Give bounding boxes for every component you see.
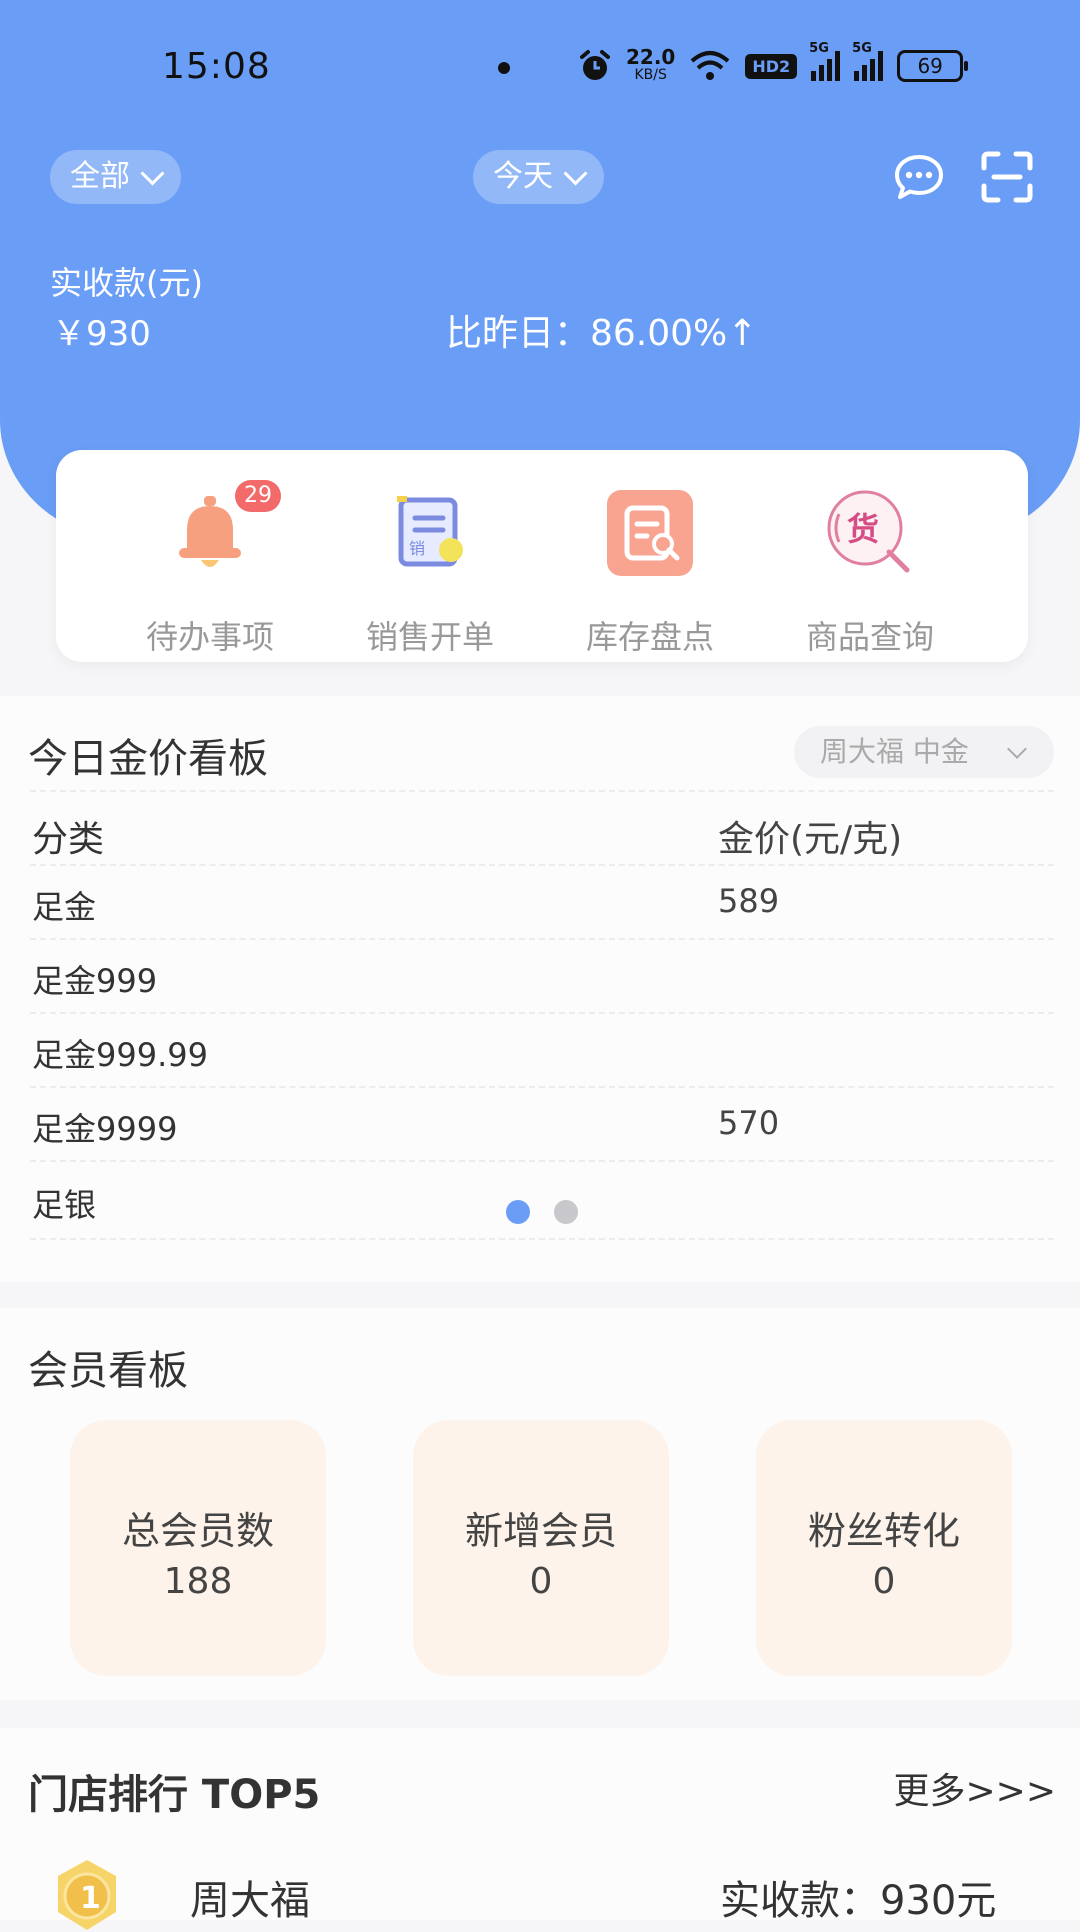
sales-order-icon: 销: [397, 496, 463, 567]
scope-filter-button[interactable]: 全部: [50, 150, 181, 204]
member-card-fans[interactable]: 粉丝转化 0: [756, 1420, 1012, 1676]
member-card-total[interactable]: 总会员数 188: [70, 1420, 326, 1676]
brand-select-value: 周大福 中金: [820, 735, 969, 768]
row-category: 足金999.99: [32, 1036, 208, 1074]
signal-icon-2: 5G: [852, 41, 884, 81]
more-link[interactable]: 更多>>>: [894, 1762, 1057, 1814]
svg-text:货: 货: [847, 510, 879, 548]
gold-board-pager: [506, 1200, 578, 1224]
chat-bubble-icon[interactable]: [892, 150, 946, 204]
list-item[interactable]: 1 周大福 实收款：930元: [0, 1858, 1080, 1930]
row-category: 足金999: [32, 962, 158, 1000]
brand-select[interactable]: 周大福 中金: [794, 726, 1054, 778]
quick-action-inventory[interactable]: 库存盘点: [570, 488, 730, 658]
revenue-value: ￥930: [52, 314, 151, 354]
date-filter-label: 今天: [493, 159, 553, 194]
net-speed-value: 22.0: [626, 45, 676, 69]
store-name: 周大福: [190, 1878, 310, 1924]
svg-text:销: 销: [409, 539, 425, 558]
member-card-value: 0: [872, 1561, 896, 1602]
table-row: 足金999: [30, 938, 1054, 1014]
member-card-value: 0: [529, 1561, 553, 1602]
gold-table-header: 分类 金价(元/克): [30, 790, 1054, 866]
rank-number: 1: [80, 1881, 101, 1916]
member-board-title: 会员看板: [28, 1348, 188, 1394]
member-card-value: 188: [163, 1561, 233, 1602]
row-price: 589: [718, 882, 780, 920]
notification-dot-icon: [498, 62, 510, 74]
quick-action-label: 待办事项: [145, 618, 274, 656]
inventory-check-icon: [607, 490, 693, 576]
quick-action-label: 销售开单: [365, 618, 494, 656]
compare-yesterday: 比昨日：86.00%↑: [446, 313, 758, 354]
table-row: 足金 589: [30, 864, 1054, 940]
battery-icon: 69: [897, 50, 969, 82]
status-time: 15:08: [162, 46, 271, 87]
wifi-icon: [691, 51, 730, 80]
alarm-icon: [580, 50, 610, 80]
member-card-label: 粉丝转化: [807, 1509, 960, 1553]
store-ranking-title: 门店排行 TOP5: [28, 1772, 321, 1818]
chevron-down-icon: [1007, 739, 1027, 759]
status-bar: 15:08 22.0 KB/S HD2 5G 5G 69: [0, 41, 1080, 98]
store-amount: 实收款：930元: [720, 1878, 997, 1924]
pager-dot-active[interactable]: [506, 1200, 530, 1224]
member-card-new[interactable]: 新增会员 0: [413, 1420, 669, 1676]
chevron-down-icon: [140, 160, 165, 186]
gold-board-title: 今日金价看板: [28, 736, 268, 782]
revenue-label: 实收款(元): [50, 264, 203, 302]
quick-action-todo[interactable]: 29 待办事项: [130, 480, 290, 658]
table-row: 足金9999 570: [30, 1086, 1054, 1162]
row-category: 足金: [32, 888, 97, 926]
gold-price-section: 今日金价看板 周大福 中金 分类 金价(元/克) 足金 589 足金999 足金…: [0, 696, 1080, 1282]
hd-voice-icon: HD2: [745, 53, 798, 79]
signal-2-label: 5G: [852, 41, 872, 56]
gold-medal-icon: 1: [58, 1860, 116, 1930]
chevron-down-icon: [563, 160, 588, 186]
row-category: 足银: [32, 1186, 97, 1224]
quick-action-sales-order[interactable]: 销 销售开单: [350, 488, 510, 658]
quick-actions-card: 29 待办事项 销 销售开单 库存盘点 货 商品查询: [56, 450, 1028, 662]
net-speed: 22.0 KB/S: [626, 45, 676, 84]
quick-action-label: 库存盘点: [585, 618, 714, 656]
quick-action-label: 商品查询: [805, 618, 934, 656]
date-filter-button[interactable]: 今天: [473, 150, 604, 204]
quick-action-goods-search[interactable]: 货 商品查询: [790, 488, 950, 658]
column-price: 金价(元/克): [718, 819, 903, 860]
pager-dot[interactable]: [554, 1200, 578, 1224]
row-price: 570: [718, 1104, 780, 1142]
member-card-label: 新增会员: [464, 1509, 617, 1553]
goods-search-icon: 货: [827, 490, 910, 573]
signal-1-label: 5G: [809, 41, 829, 56]
member-card-label: 总会员数: [121, 1509, 274, 1553]
table-row: 足金999.99: [30, 1012, 1054, 1088]
todo-badge: 29: [235, 480, 281, 512]
scope-filter-label: 全部: [70, 159, 130, 194]
scan-icon[interactable]: [980, 150, 1034, 204]
column-category: 分类: [32, 819, 105, 860]
signal-icon-1: 5G: [809, 41, 841, 81]
row-category: 足金9999: [32, 1110, 178, 1148]
